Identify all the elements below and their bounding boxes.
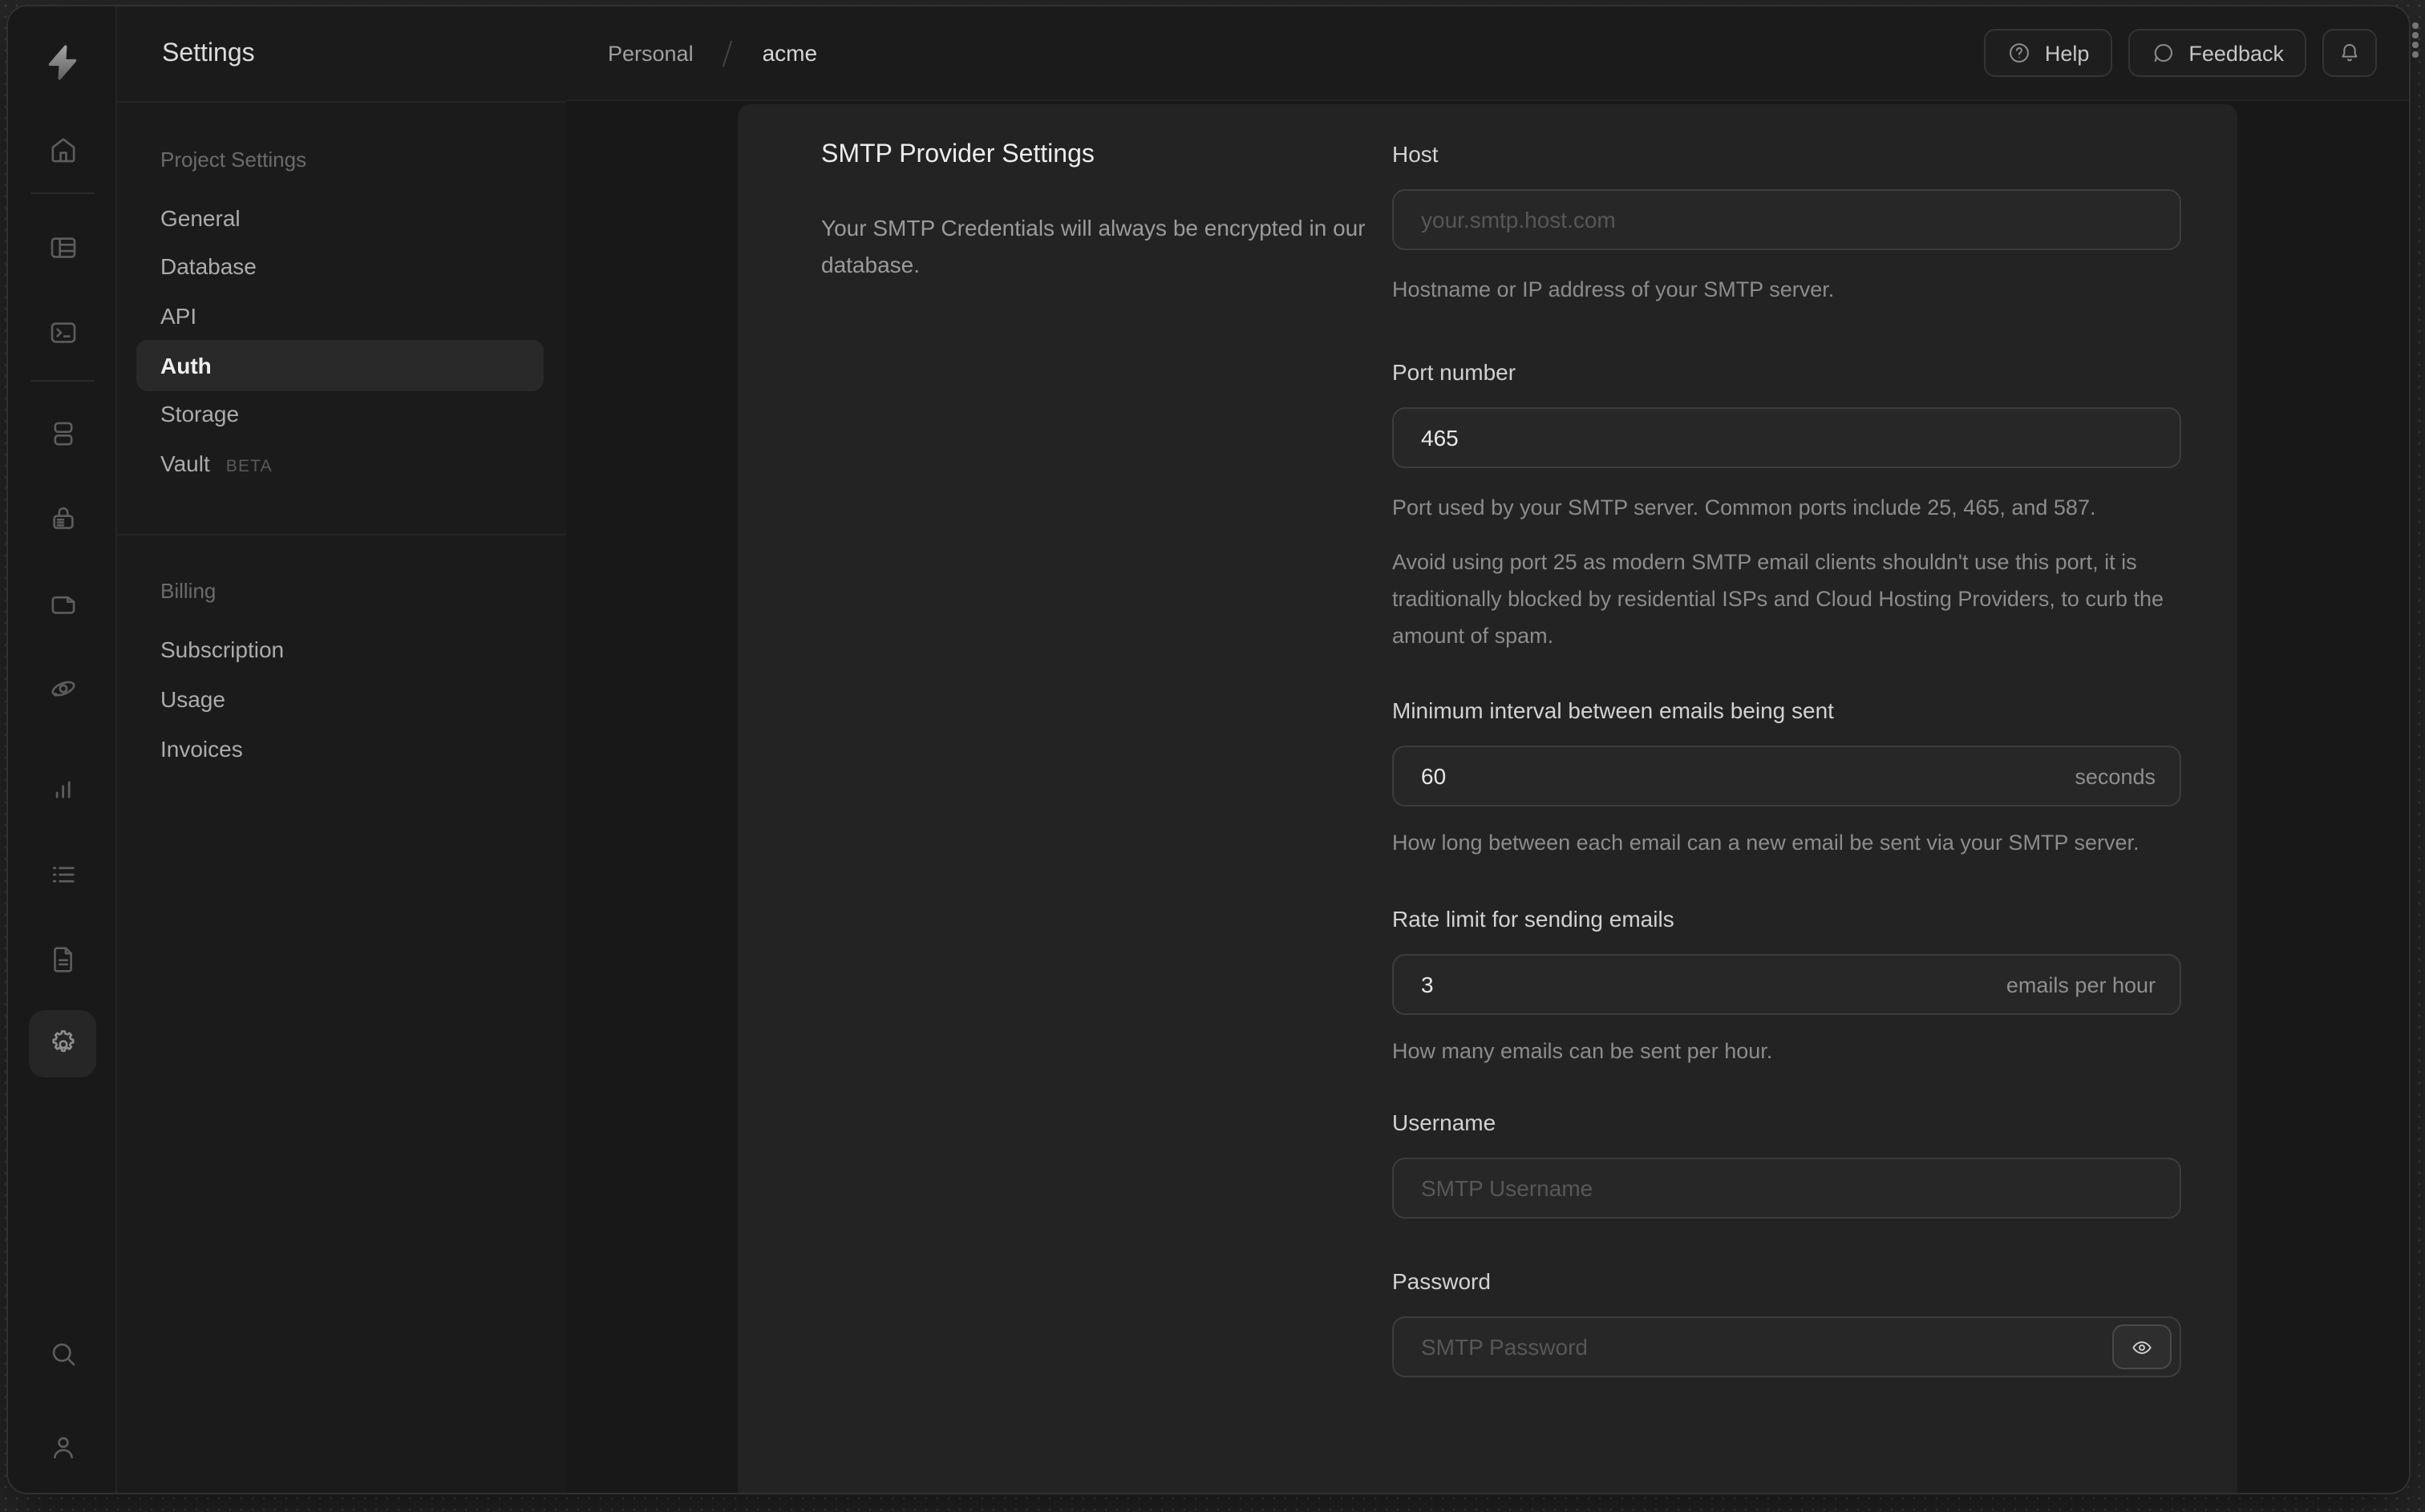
panel-title: SMTP Provider Settings: [821, 141, 1095, 168]
rate-label: Rate limit for sending emails: [1392, 906, 1674, 932]
port-label: Port number: [1392, 359, 1516, 385]
rate-helper: How many emails can be sent per hour.: [1392, 1039, 1773, 1063]
settings-sidebar: Settings Project Settings General Databa…: [117, 6, 568, 1493]
help-button[interactable]: Help: [1983, 29, 2112, 77]
account-icon[interactable]: [29, 1413, 96, 1480]
icon-rail: [8, 6, 117, 1493]
interval-helper: How long between each email can a new em…: [1392, 831, 2140, 855]
username-field-box: [1392, 1158, 2181, 1219]
bell-icon: [2342, 44, 2358, 62]
sql-editor-icon[interactable]: [29, 298, 96, 366]
interval-unit: seconds: [2075, 764, 2156, 788]
beta-badge: BETA: [225, 457, 273, 476]
sidebar-item-auth-label: Auth: [160, 353, 212, 378]
speech-bubble-icon: [2154, 43, 2172, 63]
edge-functions-icon[interactable]: [29, 654, 96, 722]
app-viewport: Settings Project Settings General Databa…: [0, 0, 2425, 1512]
page-scrollbar[interactable]: [2412, 22, 2418, 62]
smtp-form: Host Hostname or IP address of your SMTP…: [1392, 104, 2181, 1377]
home-icon[interactable]: [29, 115, 96, 183]
panel-intro: SMTP Provider Settings Your SMTP Credent…: [821, 104, 1399, 306]
sidebar-item-vault[interactable]: Vault BETA: [160, 451, 273, 479]
rate-input[interactable]: [1418, 970, 2006, 999]
username-input[interactable]: [1418, 1174, 2156, 1203]
eye-icon: [2132, 1340, 2152, 1353]
host-input[interactable]: [1418, 205, 2156, 234]
breadcrumb-org[interactable]: Personal: [608, 41, 694, 65]
rail-divider: [30, 380, 95, 382]
sidebar-item-database[interactable]: Database: [160, 253, 257, 279]
port-helper: Port used by your SMTP server. Common po…: [1392, 495, 2096, 519]
content-area: SMTP Provider Settings Your SMTP Credent…: [566, 101, 2409, 1493]
port-field-box: [1392, 407, 2181, 468]
reports-icon[interactable]: [29, 755, 96, 823]
sidebar-item-api[interactable]: API: [160, 303, 196, 329]
app-window: Settings Project Settings General Databa…: [8, 6, 2409, 1493]
password-field-box: [1392, 1316, 2181, 1377]
table-editor-icon[interactable]: [29, 213, 96, 281]
breadcrumb-project[interactable]: acme: [763, 40, 817, 66]
interval-input[interactable]: [1418, 762, 2075, 790]
sidebar-divider: [117, 534, 566, 536]
port-input[interactable]: [1418, 423, 2156, 452]
supabase-bolt-icon[interactable]: [42, 42, 83, 83]
feedback-label: Feedback: [2188, 41, 2284, 65]
search-icon[interactable]: [29, 1320, 96, 1387]
port-note: Avoid using port 25 as modern SMTP email…: [1392, 550, 2164, 648]
password-label: Password: [1392, 1268, 1491, 1294]
rate-field-box: emails per hour: [1392, 954, 2181, 1015]
help-circle-icon: [2009, 43, 2029, 63]
reveal-password-button[interactable]: [2112, 1324, 2172, 1369]
feedback-button[interactable]: Feedback: [2127, 29, 2306, 77]
top-bar: Personal acme Help Feedback: [566, 6, 2409, 101]
username-label: Username: [1392, 1110, 1496, 1135]
storage-icon[interactable]: [29, 569, 96, 637]
host-label: Host: [1392, 141, 1439, 167]
password-input[interactable]: [1418, 1332, 2156, 1361]
section-header-project-settings: Project Settings: [160, 148, 307, 172]
panel-description: Your SMTP Credentials will always be enc…: [821, 215, 1366, 277]
page-title: Settings: [117, 6, 566, 103]
host-field-box: [1392, 189, 2181, 250]
sidebar-item-vault-label: Vault: [160, 451, 210, 476]
docs-icon[interactable]: [29, 925, 96, 993]
database-icon[interactable]: [29, 399, 96, 467]
project-settings-icon[interactable]: [29, 1010, 96, 1077]
breadcrumb-separator: [723, 39, 733, 67]
authentication-icon[interactable]: [29, 484, 96, 552]
rate-unit: emails per hour: [2006, 972, 2156, 997]
smtp-settings-panel: SMTP Provider Settings Your SMTP Credent…: [738, 104, 2237, 1493]
sidebar-item-auth[interactable]: Auth: [136, 340, 544, 391]
sidebar-item-storage[interactable]: Storage: [160, 401, 239, 427]
host-helper: Hostname or IP address of your SMTP serv…: [1392, 277, 1835, 301]
sidebar-item-general[interactable]: General: [160, 205, 241, 231]
logs-icon[interactable]: [29, 840, 96, 908]
interval-label: Minimum interval between emails being se…: [1392, 697, 1834, 723]
sidebar-item-subscription[interactable]: Subscription: [160, 637, 284, 662]
notifications-button[interactable]: [2322, 29, 2377, 77]
sidebar-item-usage[interactable]: Usage: [160, 686, 225, 712]
help-label: Help: [2044, 41, 2090, 65]
interval-field-box: seconds: [1392, 746, 2181, 807]
sidebar-item-invoices[interactable]: Invoices: [160, 736, 243, 762]
rail-divider: [30, 192, 95, 194]
section-header-billing: Billing: [160, 579, 217, 603]
